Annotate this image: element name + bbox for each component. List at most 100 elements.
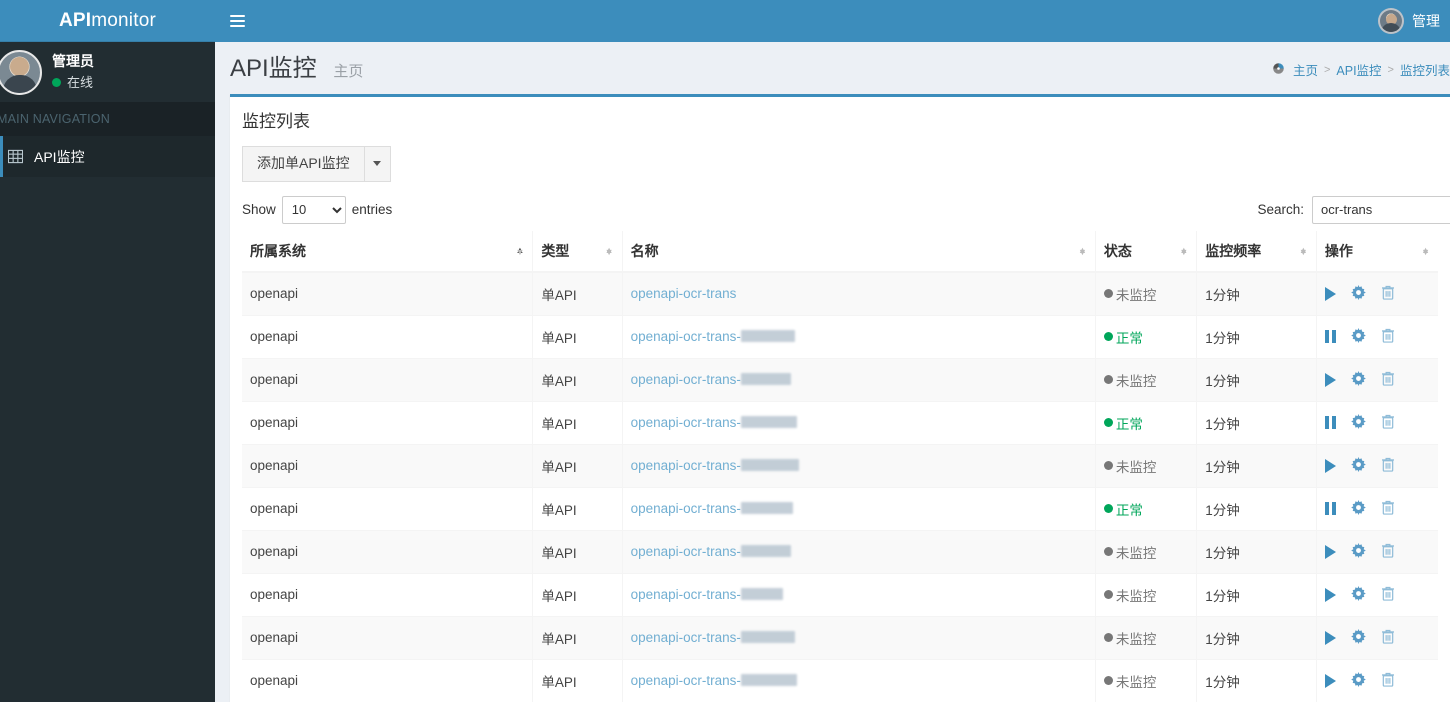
column-header-system[interactable]: 所属系统 ▲ ▼ xyxy=(242,230,534,273)
pause-icon xyxy=(1324,330,1336,344)
row-actions xyxy=(1324,413,1430,432)
settings-button[interactable] xyxy=(1351,284,1366,303)
column-header-name[interactable]: 名称 ▲ ▼ xyxy=(622,230,1096,273)
api-name-link[interactable]: openapi-ocr-trans- xyxy=(631,415,797,430)
cell-state: 未监控 xyxy=(1095,572,1198,617)
table-row: openapi 单API openapi-ocr-trans- 未监控 1分钟 xyxy=(242,529,1438,574)
breadcrumb-item-monitor-list[interactable]: 监控列表 xyxy=(1400,60,1450,79)
settings-button[interactable] xyxy=(1351,499,1366,518)
status-badge: 未监控 xyxy=(1103,284,1156,304)
start-monitor-button[interactable] xyxy=(1324,544,1336,559)
breadcrumb-separator: > xyxy=(1387,63,1394,76)
play-icon xyxy=(1324,286,1336,301)
delete-button[interactable] xyxy=(1381,328,1395,346)
cell-actions xyxy=(1316,314,1438,359)
settings-button[interactable] xyxy=(1351,413,1366,432)
settings-button[interactable] xyxy=(1351,671,1366,690)
api-name-link[interactable]: openapi-ocr-trans- xyxy=(631,587,783,602)
cell-type: 单API xyxy=(532,357,623,402)
start-monitor-button[interactable] xyxy=(1324,630,1336,645)
status-dot-icon xyxy=(1103,332,1113,342)
redacted-suffix xyxy=(740,502,793,515)
settings-button[interactable] xyxy=(1351,456,1366,475)
start-monitor-button[interactable] xyxy=(1324,587,1336,602)
api-name-link[interactable]: openapi-ocr-trans- xyxy=(631,458,799,473)
cell-type: 单API xyxy=(532,443,623,488)
entries-length-select[interactable]: 10 xyxy=(281,195,346,224)
breadcrumb-item-api-monitor[interactable]: API监控 xyxy=(1336,60,1381,79)
add-monitor-dropdown-toggle[interactable] xyxy=(364,146,391,182)
cell-frequency: 1分钟 xyxy=(1196,314,1317,359)
monitor-list-box: 监控列表 添加单API监控 Show 10 entries Search: oc… xyxy=(230,94,1450,702)
user-menu-button[interactable]: 管理 xyxy=(1366,0,1450,42)
delete-button[interactable] xyxy=(1381,543,1395,561)
column-header-state[interactable]: 状态 ▲ ▼ xyxy=(1095,230,1198,273)
pause-monitor-button[interactable] xyxy=(1324,330,1336,344)
delete-button[interactable] xyxy=(1381,414,1395,432)
api-name-link[interactable]: openapi-ocr-trans- xyxy=(631,329,795,344)
cell-type: 单API xyxy=(532,658,623,702)
settings-button[interactable] xyxy=(1351,370,1366,389)
delete-button[interactable] xyxy=(1381,586,1395,604)
cell-actions xyxy=(1316,486,1438,531)
add-monitor-button-group: 添加单API监控 xyxy=(242,146,391,182)
start-monitor-button[interactable] xyxy=(1324,286,1336,301)
delete-button[interactable] xyxy=(1381,500,1395,518)
cell-type: 单API xyxy=(532,314,623,359)
content-wrapper: API监控 主页 主页 > API监控 > 监控列表 监控列表 添加单API监控… xyxy=(215,42,1450,702)
column-header-name-label: 名称 xyxy=(630,242,659,259)
status-dot-icon xyxy=(1103,289,1113,299)
api-name-link[interactable]: openapi-ocr-trans xyxy=(631,286,737,301)
start-monitor-button[interactable] xyxy=(1324,458,1336,473)
cell-state: 正常 xyxy=(1095,314,1198,359)
column-header-frequency[interactable]: 监控频率 ▲ ▼ xyxy=(1196,230,1317,273)
cell-name: openapi-ocr-trans- xyxy=(622,572,1096,617)
play-icon xyxy=(1324,458,1336,473)
play-icon xyxy=(1324,587,1336,602)
column-header-type-label: 类型 xyxy=(541,242,570,259)
add-single-api-monitor-button[interactable]: 添加单API监控 xyxy=(242,146,365,182)
delete-button[interactable] xyxy=(1381,457,1395,475)
settings-button[interactable] xyxy=(1351,327,1366,346)
cell-actions xyxy=(1316,529,1438,574)
sidebar-toggle-button[interactable] xyxy=(215,0,259,42)
breadcrumb-item-home[interactable]: 主页 xyxy=(1293,60,1318,79)
settings-button[interactable] xyxy=(1351,542,1366,561)
api-name-link[interactable]: openapi-ocr-trans- xyxy=(631,501,793,516)
delete-button[interactable] xyxy=(1381,672,1395,690)
sort-icon: ▲ ▼ xyxy=(604,244,614,257)
settings-button[interactable] xyxy=(1351,628,1366,647)
settings-button[interactable] xyxy=(1351,585,1366,604)
table-row: openapi 单API openapi-ocr-trans- 未监控 1分钟 xyxy=(242,615,1438,660)
pause-monitor-button[interactable] xyxy=(1324,502,1336,516)
delete-button[interactable] xyxy=(1381,629,1395,647)
brand-logo[interactable]: API monitor xyxy=(0,0,215,42)
table-row: openapi 单API openapi-ocr-trans- 未监控 1分钟 xyxy=(242,443,1438,488)
delete-button[interactable] xyxy=(1381,371,1395,389)
redacted-suffix xyxy=(740,545,791,558)
cell-name: openapi-ocr-trans- xyxy=(622,658,1096,702)
content: 监控列表 添加单API监控 Show 10 entries Search: oc… xyxy=(215,94,1450,702)
api-name-link[interactable]: openapi-ocr-trans- xyxy=(631,630,795,645)
start-monitor-button[interactable] xyxy=(1324,673,1336,688)
gear-icon xyxy=(1351,413,1366,432)
status-badge: 未监控 xyxy=(1103,671,1156,691)
start-monitor-button[interactable] xyxy=(1324,372,1336,387)
pause-monitor-button[interactable] xyxy=(1324,416,1336,430)
cell-system: openapi xyxy=(242,271,534,316)
status-dot-icon xyxy=(1103,633,1113,643)
cell-system: openapi xyxy=(242,658,534,702)
api-name-link[interactable]: openapi-ocr-trans- xyxy=(631,372,791,387)
api-name-link[interactable]: openapi-ocr-trans- xyxy=(631,544,791,559)
column-header-type[interactable]: 类型 ▲ ▼ xyxy=(532,230,623,273)
status-label: 正常 xyxy=(1115,330,1143,346)
search-input[interactable] xyxy=(1312,195,1450,224)
hamburger-icon xyxy=(229,12,245,30)
cell-frequency: 1分钟 xyxy=(1196,529,1317,574)
status-dot-icon xyxy=(1103,461,1113,471)
delete-button[interactable] xyxy=(1381,285,1395,303)
column-header-actions[interactable]: 操作 ▲ ▼ xyxy=(1316,230,1438,273)
api-name-link[interactable]: openapi-ocr-trans- xyxy=(631,673,797,688)
chevron-down-icon xyxy=(373,161,382,167)
sidebar-item-api-monitor[interactable]: API监控 xyxy=(0,136,215,177)
